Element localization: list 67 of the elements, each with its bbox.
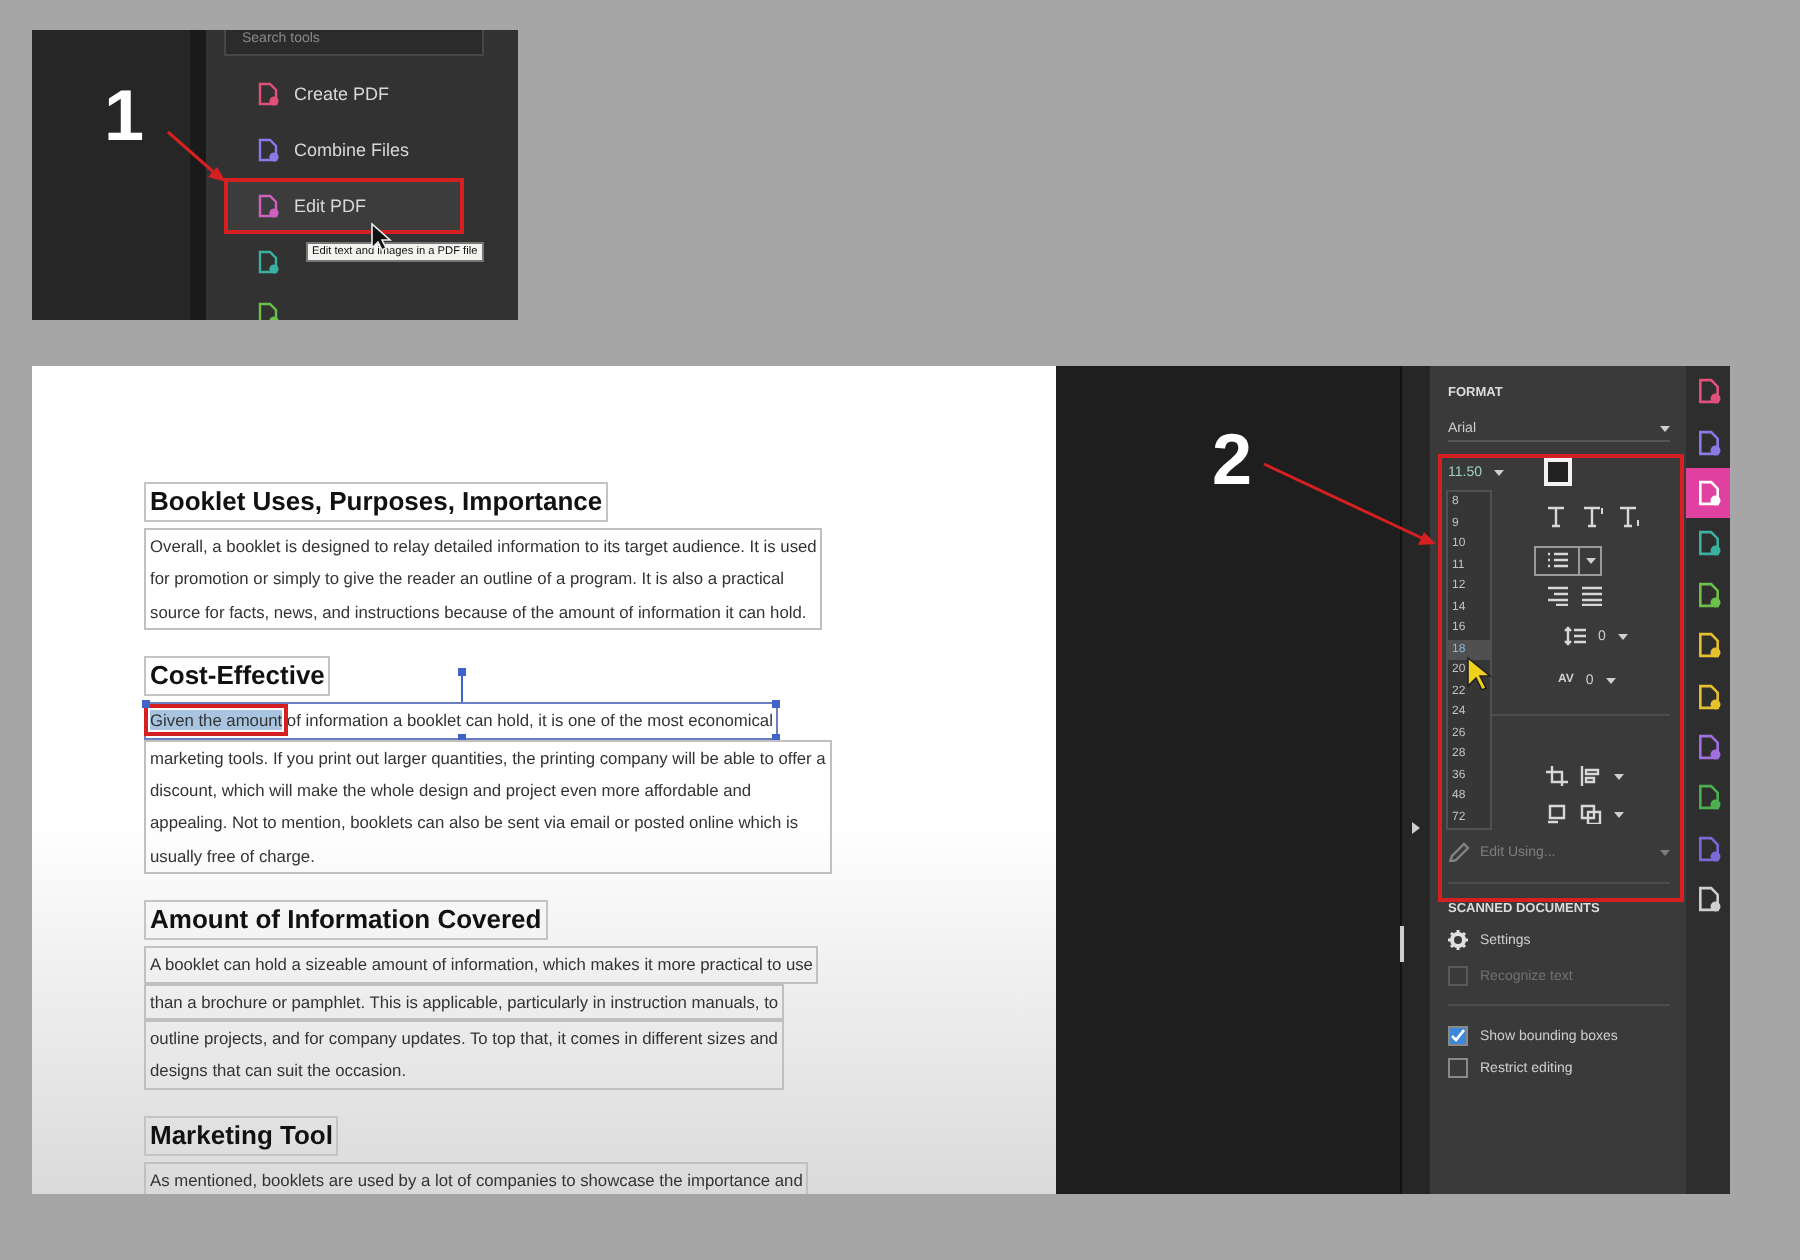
highlighted-text[interactable]: Given the amount [150, 710, 283, 731]
checkbox[interactable] [1448, 1026, 1468, 1046]
selection-handle[interactable] [772, 733, 781, 742]
document-icon [256, 250, 280, 274]
heading-text[interactable]: Marketing Tool [144, 1115, 339, 1156]
text-style-icon[interactable] [1618, 505, 1642, 527]
caret-icon [1494, 469, 1504, 475]
heading-text[interactable]: Booklet Uses, Purposes, Importance [144, 482, 609, 522]
paragraph-text[interactable]: A booklet can hold a sizeable amount of information, which makes it more practical to use [144, 946, 819, 984]
list-style-dropdown[interactable] [1534, 545, 1602, 575]
annotation-arrow [167, 130, 226, 182]
justify-icon[interactable] [1580, 586, 1602, 606]
caret-icon [1614, 811, 1624, 817]
document-icon [1695, 429, 1721, 456]
cursor-icon [1466, 656, 1492, 692]
paragraph-text[interactable]: of information a booklet can hold, it is one of the most economical [282, 710, 773, 731]
document-icon [1695, 378, 1721, 405]
align-right-icon[interactable] [1546, 586, 1568, 606]
list-icon[interactable] [1546, 550, 1568, 570]
document-icon [1695, 683, 1721, 710]
document-icon [256, 302, 280, 320]
checkbox[interactable] [1448, 1058, 1468, 1078]
splitter-handle[interactable] [1400, 926, 1404, 962]
document-icon [256, 82, 280, 106]
paragraph-text[interactable]: than a brochure or pamphlet. This is applicable, particularly in instruction manuals, to [144, 983, 785, 1021]
text-style-icon[interactable] [1582, 505, 1606, 527]
document-icon [1695, 733, 1721, 760]
paragraph-text[interactable]: marketing tools. If you print out larger quantities, the printing company will be able to offer a discount, which will make the whole design and project even more affordable and appealing. Not to mention, booklets can also be sent via email or posted online which is usually free of charge. [144, 739, 832, 875]
document-icon [1695, 784, 1721, 811]
caret-icon [1660, 425, 1670, 431]
text-box[interactable]: Given the amount of information a booklet can hold, it is one of the most economical [144, 702, 779, 740]
document-icon [1695, 886, 1721, 913]
document-icon [256, 194, 280, 218]
tool-item[interactable]: Edit PDF [224, 178, 464, 234]
crop-icon[interactable] [1546, 766, 1568, 786]
caret-icon [1605, 677, 1616, 683]
gear-icon [1448, 930, 1468, 950]
text-style-icon[interactable] [1546, 505, 1570, 527]
rotation-handle[interactable] [457, 668, 466, 703]
expand-arrow-icon[interactable] [1412, 822, 1420, 834]
color-swatch[interactable] [1544, 458, 1572, 486]
align-objects-icon[interactable] [1580, 766, 1602, 786]
caret-icon [1660, 849, 1670, 855]
heading-text[interactable]: Amount of Information Covered [144, 900, 548, 941]
document-icon [1695, 632, 1721, 659]
paragraph-text[interactable]: Overall, a booklet is designed to relay detailed information to its target audience. It is used for promotion or simply to give the reader an outline of a program. It is also a practical source for facts, news, and instructions because of the amount of information it can hold. [144, 528, 823, 631]
paragraph-text[interactable]: outline projects, and for company updates. To top that, it comes in different sizes and designs that can suit the occasion. [144, 1020, 784, 1090]
paragraph-text[interactable]: As mentioned, booklets are used by a lot of companies to showcase the importance and [144, 1161, 809, 1194]
tool-item[interactable]: Combine Files [224, 122, 464, 178]
document-icon [1695, 479, 1721, 506]
document-icon [1695, 835, 1721, 862]
arrange-icon[interactable] [1580, 804, 1602, 824]
step-number: 2 [1212, 424, 1253, 496]
document-icon [1695, 581, 1721, 608]
replace-image-icon[interactable] [1546, 804, 1568, 824]
caret-icon [1585, 557, 1595, 563]
selection-handle[interactable] [457, 733, 466, 742]
caret-icon [1617, 633, 1628, 639]
step-number: 1 [104, 80, 145, 152]
selection-handle[interactable] [772, 700, 781, 709]
document-icon [256, 138, 280, 162]
tool-item[interactable]: Create PDF [224, 66, 464, 122]
heading-text[interactable]: Cost-Effective [144, 656, 331, 697]
document-icon [1695, 530, 1721, 557]
selection-handle[interactable] [142, 700, 150, 709]
caret-icon [1614, 773, 1624, 779]
line-spacing-icon[interactable] [1564, 626, 1586, 646]
